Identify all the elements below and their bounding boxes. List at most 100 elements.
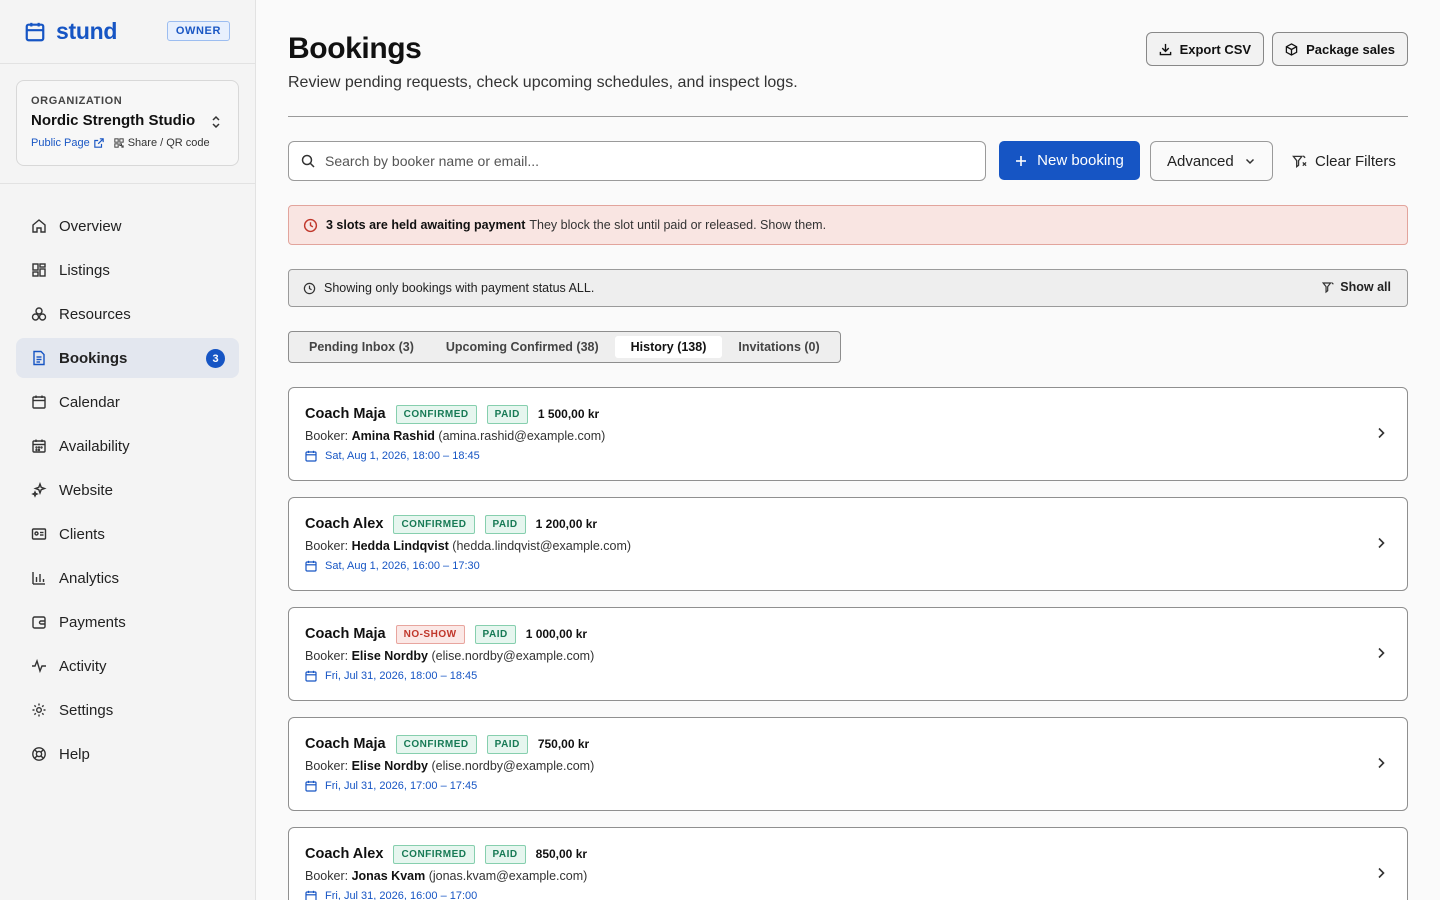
booking-card[interactable]: Coach Alex CONFIRMED PAID 850,00 kr Book… xyxy=(288,827,1408,900)
booking-card[interactable]: Coach Maja NO-SHOW PAID 1 000,00 kr Book… xyxy=(288,607,1408,701)
sidebar-item-availability[interactable]: Availability xyxy=(16,426,239,466)
brand-name[interactable]: stund xyxy=(56,18,117,45)
booking-time-text: Sat, Aug 1, 2026, 16:00 – 17:30 xyxy=(325,560,480,572)
qr-code-icon xyxy=(114,138,124,148)
chevron-right-icon[interactable] xyxy=(1375,536,1387,550)
organization-label: ORGANIZATION xyxy=(31,95,123,107)
sidebar-item-label: Payments xyxy=(59,613,126,631)
sidebar-item-label: Calendar xyxy=(59,393,120,411)
show-all-label: Show all xyxy=(1340,280,1391,294)
sidebar-item-listings[interactable]: Listings xyxy=(16,250,239,290)
lifebuoy-icon xyxy=(32,747,46,761)
payment-badge: PAID xyxy=(474,624,516,644)
booking-price: 850,00 kr xyxy=(535,847,588,861)
new-booking-button[interactable]: New booking xyxy=(999,141,1140,180)
booker-name: Jonas Kvam xyxy=(351,869,426,883)
booker-info: Booker: Jonas Kvam (jonas.kvam@example.c… xyxy=(305,869,1391,883)
sidebar-item-website[interactable]: Website xyxy=(16,470,239,510)
status-badge: CONFIRMED xyxy=(393,844,475,864)
chevron-up-down-icon[interactable] xyxy=(210,115,222,129)
booker-info: Booker: Elise Nordby (elise.nordby@examp… xyxy=(305,649,1391,663)
tab-invitations[interactable]: Invitations (0) xyxy=(722,336,835,358)
coach-name: Coach Alex xyxy=(305,846,384,862)
booker-prefix: Booker: xyxy=(305,539,349,553)
bookings-list: Coach Maja CONFIRMED PAID 1 500,00 kr Bo… xyxy=(288,387,1408,900)
tab-upcoming-confirmed[interactable]: Upcoming Confirmed (38) xyxy=(430,336,615,358)
calendar-logo-icon xyxy=(25,22,45,41)
chevron-right-icon[interactable] xyxy=(1375,426,1387,440)
bookings-count-badge: 3 xyxy=(206,349,225,368)
booking-price: 1 000,00 kr xyxy=(525,627,588,641)
package-sales-button[interactable]: Package sales xyxy=(1272,32,1408,66)
sidebar-item-resources[interactable]: Resources xyxy=(16,294,239,334)
sidebar-item-settings[interactable]: Settings xyxy=(16,690,239,730)
sidebar-item-label: Availability xyxy=(59,437,130,455)
booking-card[interactable]: Coach Maja CONFIRMED PAID 750,00 kr Book… xyxy=(288,717,1408,811)
booking-time: Fri, Jul 31, 2026, 16:00 – 17:00 xyxy=(305,890,1391,900)
sidebar-item-label: Listings xyxy=(59,261,110,279)
booking-time-text: Fri, Jul 31, 2026, 16:00 – 17:00 xyxy=(325,890,478,900)
share-qr-link[interactable]: Share / QR code xyxy=(114,137,210,149)
tab-pending-inbox[interactable]: Pending Inbox (3) xyxy=(293,336,430,358)
alert-text: They block the slot until paid or releas… xyxy=(529,218,827,232)
share-qr-label: Share / QR code xyxy=(127,137,210,149)
sidebar-item-clients[interactable]: Clients xyxy=(16,514,239,554)
new-booking-label: New booking xyxy=(1037,152,1124,169)
booker-email: (amina.rashid@example.com) xyxy=(438,429,606,443)
calendar-icon xyxy=(305,450,317,462)
booking-price: 1 200,00 kr xyxy=(535,517,598,531)
calendar-grid-icon xyxy=(32,439,46,453)
public-page-link[interactable]: Public Page xyxy=(31,137,104,149)
chevron-right-icon[interactable] xyxy=(1375,866,1387,880)
search-input[interactable] xyxy=(325,153,965,169)
booker-email: (elise.nordby@example.com) xyxy=(431,649,595,663)
organization-switcher[interactable]: ORGANIZATION Nordic Strength Studio Publ… xyxy=(16,80,239,166)
held-slots-alert[interactable]: 3 slots are held awaiting payment They b… xyxy=(288,205,1408,245)
sidebar-item-activity[interactable]: Activity xyxy=(16,646,239,686)
sidebar-item-payments[interactable]: Payments xyxy=(16,602,239,642)
booker-prefix: Booker: xyxy=(305,759,349,773)
export-csv-label: Export CSV xyxy=(1179,41,1252,57)
sidebar: stund OWNER ORGANIZATION Nordic Strength… xyxy=(0,0,256,900)
role-badge: OWNER xyxy=(166,21,230,41)
public-page-label: Public Page xyxy=(31,137,90,149)
search-box xyxy=(288,141,986,181)
alert-title: 3 slots are held awaiting payment xyxy=(326,218,526,232)
chevron-right-icon[interactable] xyxy=(1375,646,1387,660)
package-icon xyxy=(1285,42,1298,56)
external-link-icon xyxy=(93,138,104,148)
bookings-tabs: Pending Inbox (3) Upcoming Confirmed (38… xyxy=(288,331,841,363)
booking-card[interactable]: Coach Alex CONFIRMED PAID 1 200,00 kr Bo… xyxy=(288,497,1408,591)
bookings-toolbar: New booking Advanced Clear Filters xyxy=(288,141,1408,181)
export-csv-button[interactable]: Export CSV xyxy=(1145,32,1265,66)
booker-name: Hedda Lindqvist xyxy=(351,539,449,553)
sidebar-item-analytics[interactable]: Analytics xyxy=(16,558,239,598)
booker-prefix: Booker: xyxy=(305,429,349,443)
sidebar-item-overview[interactable]: Overview xyxy=(16,206,239,246)
home-icon xyxy=(32,219,46,233)
document-icon xyxy=(33,350,45,366)
filter-note-text: Showing only bookings with payment statu… xyxy=(324,281,595,295)
sidebar-item-calendar[interactable]: Calendar xyxy=(16,382,239,422)
coach-name: Coach Maja xyxy=(305,736,386,752)
filter-icon xyxy=(1322,281,1335,293)
booker-name: Elise Nordby xyxy=(351,649,428,663)
clear-filters-button[interactable]: Clear Filters xyxy=(1292,141,1396,181)
chevron-right-icon[interactable] xyxy=(1375,756,1387,770)
booking-card[interactable]: Coach Maja CONFIRMED PAID 1 500,00 kr Bo… xyxy=(288,387,1408,481)
advanced-filter-dropdown[interactable]: Advanced xyxy=(1150,141,1273,181)
id-card-icon xyxy=(31,528,47,540)
tab-history[interactable]: History (138) xyxy=(614,336,723,358)
booking-time: Fri, Jul 31, 2026, 17:00 – 17:45 xyxy=(305,780,1391,792)
clock-icon xyxy=(303,218,318,232)
sidebar-item-help[interactable]: Help xyxy=(16,734,239,774)
show-all-button[interactable]: Show all xyxy=(1322,280,1391,294)
booker-email: (elise.nordby@example.com) xyxy=(431,759,595,773)
booker-info: Booker: Amina Rashid (amina.rashid@examp… xyxy=(305,429,1391,443)
status-badge: CONFIRMED xyxy=(395,404,477,424)
booker-prefix: Booker: xyxy=(305,869,349,883)
resources-icon xyxy=(31,307,47,321)
sidebar-item-bookings[interactable]: Bookings 3 xyxy=(16,338,239,378)
booker-info: Booker: Elise Nordby (elise.nordby@examp… xyxy=(305,759,1391,773)
booker-email: (hedda.lindqvist@example.com) xyxy=(452,539,632,553)
